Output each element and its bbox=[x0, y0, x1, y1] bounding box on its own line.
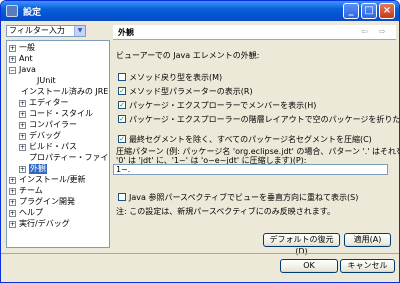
tree-item-label: ビルド・パス bbox=[29, 142, 77, 151]
page-title: 外観 bbox=[118, 28, 134, 37]
restore-defaults-button[interactable]: デフォルトの復元(D) bbox=[263, 233, 340, 256]
filter-placeholder: フィルター入力 bbox=[9, 26, 65, 35]
tree-item-label: プラグイン開発 bbox=[19, 197, 75, 206]
tree-item-label-selected: 外観 bbox=[29, 164, 47, 174]
expand-icon[interactable]: + bbox=[9, 199, 16, 206]
tree-item-label: JUnit bbox=[37, 76, 56, 85]
expand-icon[interactable]: + bbox=[19, 166, 26, 173]
expand-icon[interactable]: + bbox=[9, 221, 16, 228]
title-bar[interactable]: 設定 _ □ × bbox=[1, 1, 399, 21]
option-label[interactable]: メソッド型パラメーターの表示(R) bbox=[129, 86, 253, 97]
tree-item-label: プロパティー・ファイル・エディター bbox=[29, 153, 109, 162]
cancel-button[interactable]: キャンセル bbox=[340, 259, 395, 273]
checkbox-show-return-type[interactable] bbox=[118, 73, 126, 81]
tree-item-label: コンパイラー bbox=[29, 120, 77, 129]
footer-separator bbox=[1, 253, 399, 254]
tree-item-label: コード・スタイル bbox=[29, 109, 93, 118]
checkbox-compress-package-names[interactable]: ✓ bbox=[118, 135, 126, 143]
intro-label: ビューアーでの Java エレメントの外観: bbox=[116, 51, 260, 60]
checkbox-stack-views-vertically[interactable] bbox=[118, 193, 126, 201]
tree-item-label: Java bbox=[19, 65, 36, 74]
option-label[interactable]: パッケージ・エクスプローラーでメンバーを表示(H) bbox=[129, 100, 316, 111]
left-pane: フィルター入力 ▼ + 一般 + Ant − Java JUnit インストール… bbox=[6, 25, 110, 249]
preference-page: 外観 ⇦ ⇨ ビューアーでの Java エレメントの外観: メソッド戻り型を表示… bbox=[113, 25, 399, 256]
expand-icon[interactable]: + bbox=[9, 210, 16, 217]
expand-icon[interactable]: + bbox=[19, 144, 26, 151]
tree-item-label: ヘルプ bbox=[19, 208, 43, 217]
expand-icon[interactable]: + bbox=[9, 56, 16, 63]
tree-item-label: デバッグ bbox=[29, 131, 61, 140]
forward-arrow-icon[interactable]: ⇨ bbox=[379, 27, 386, 36]
checkbox-fold-empty-packages[interactable]: ✓ bbox=[118, 115, 126, 123]
minimize-button[interactable]: _ bbox=[343, 3, 359, 19]
checkbox-show-members[interactable]: ✓ bbox=[118, 101, 126, 109]
filter-input[interactable]: フィルター入力 ▼ bbox=[6, 25, 86, 37]
expand-icon[interactable]: + bbox=[9, 188, 16, 195]
tree-item-installed-jres[interactable]: インストール済みの JRE bbox=[21, 87, 108, 97]
ok-button[interactable]: OK bbox=[280, 259, 338, 273]
tree-item-properties-editor[interactable]: プロパティー・ファイル・エディター bbox=[29, 153, 109, 163]
back-arrow-icon[interactable]: ⇦ bbox=[361, 27, 368, 36]
window-icon bbox=[6, 5, 18, 17]
tree-item-label: インストール済みの JRE bbox=[21, 87, 109, 96]
close-button[interactable]: × bbox=[379, 3, 395, 19]
tree-item-label: Ant bbox=[19, 54, 33, 63]
compress-pattern-input[interactable]: 1~. bbox=[113, 164, 388, 175]
page-header: 外観 ⇦ ⇨ bbox=[113, 25, 396, 39]
expand-icon[interactable]: + bbox=[19, 133, 26, 140]
header-divider bbox=[113, 39, 396, 40]
tree-item-label: エディター bbox=[29, 98, 69, 107]
tree-item-label: インストール/更新 bbox=[19, 175, 86, 184]
window-title: 設定 bbox=[23, 8, 42, 18]
note-text: 注: この設定は、新規パースペクティブにのみ反映されます。 bbox=[116, 207, 335, 216]
expand-icon[interactable]: + bbox=[9, 177, 16, 184]
tree-item-label: 一般 bbox=[19, 43, 35, 52]
expand-icon[interactable]: + bbox=[19, 111, 26, 118]
maximize-button[interactable]: □ bbox=[361, 3, 377, 19]
preference-tree[interactable]: + 一般 + Ant − Java JUnit インストール済みの JRE + … bbox=[6, 40, 110, 248]
tree-item-label: 実行/デバッグ bbox=[19, 219, 70, 228]
apply-button[interactable]: 適用(A) bbox=[344, 233, 391, 247]
checkbox-show-type-params[interactable]: ✓ bbox=[118, 87, 126, 95]
option-label[interactable]: 最終セグメントを除く、すべてのパッケージ名セグメントを圧縮(C) bbox=[129, 134, 372, 145]
option-label[interactable]: メソッド戻り型を表示(M) bbox=[129, 72, 222, 83]
chevron-down-icon[interactable]: ▼ bbox=[74, 26, 85, 36]
expand-icon[interactable]: + bbox=[9, 45, 16, 52]
tree-item-junit[interactable]: JUnit bbox=[37, 76, 56, 86]
option-label[interactable]: パッケージ・エクスプローラーの階層レイアウトで空のパッケージを折りたたみ(E) bbox=[129, 114, 399, 125]
tree-item-label: チーム bbox=[19, 186, 43, 195]
option-label[interactable]: Java 参照パースペクティブでビューを垂直方向に重ねて表示(S) bbox=[129, 192, 358, 203]
expand-icon[interactable]: + bbox=[19, 100, 26, 107]
preferences-window: 設定 _ □ × フィルター入力 ▼ + 一般 + Ant − Java JUn… bbox=[0, 0, 400, 283]
expand-icon[interactable]: + bbox=[19, 122, 26, 129]
collapse-icon[interactable]: − bbox=[9, 67, 16, 74]
